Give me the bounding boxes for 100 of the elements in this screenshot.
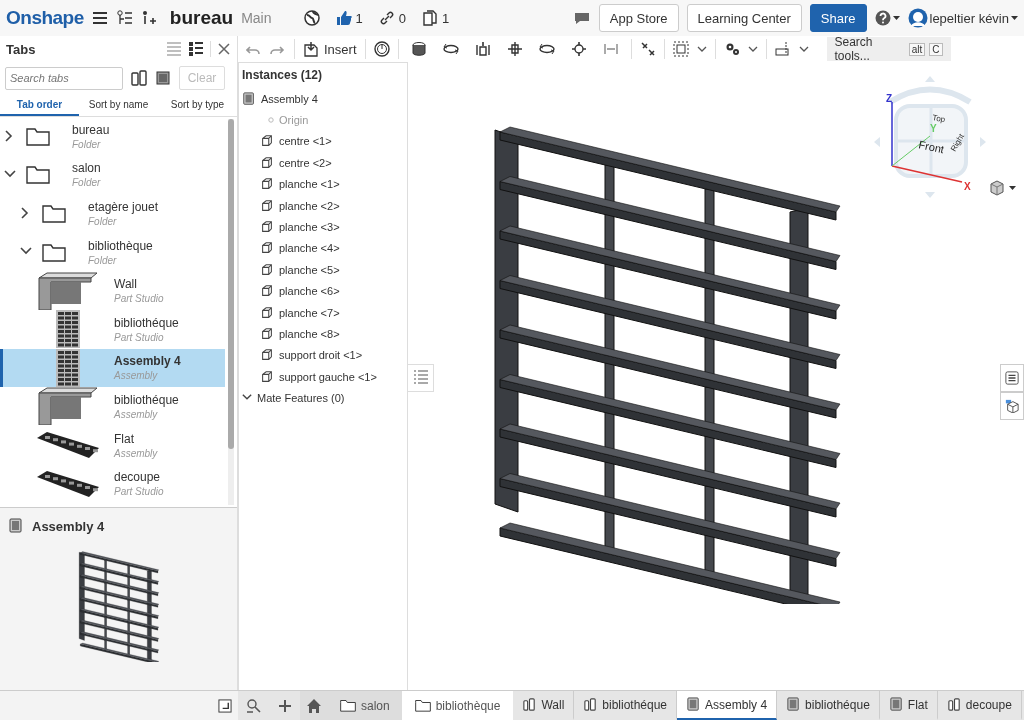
caret-icon[interactable] (1011, 16, 1018, 20)
view-button[interactable] (1000, 392, 1024, 420)
tab-type: Part Studio (114, 331, 165, 343)
scrollbar[interactable] (228, 119, 234, 505)
sort-tab[interactable]: Tab order (0, 94, 79, 116)
home-button[interactable] (300, 691, 328, 720)
header-button[interactable]: Share (809, 4, 867, 32)
instances-title: Instances (12) (242, 68, 324, 82)
menu-icon[interactable] (91, 10, 108, 26)
copy-icon[interactable] (422, 10, 438, 26)
tab-list-item[interactable]: bibliothéque Part Studio (0, 309, 225, 349)
flat-panels-thumbnail (37, 468, 99, 499)
dropdown-icon[interactable] (798, 46, 809, 52)
instance-name[interactable]: planche <5> (279, 263, 340, 276)
caret-icon[interactable] (1009, 186, 1016, 190)
part-icon (260, 177, 274, 192)
header-button[interactable]: App Store (598, 4, 679, 32)
instance-name[interactable]: centre <1> (279, 135, 332, 148)
tab-name: bibliothéque (114, 315, 179, 330)
instance-name[interactable]: support droit <1> (279, 349, 363, 362)
add-icon[interactable] (278, 698, 292, 713)
filter-icon[interactable] (246, 697, 262, 714)
caret-icon[interactable] (892, 16, 900, 20)
instance-name[interactable]: planche <3> (279, 221, 340, 234)
expand-icon[interactable] (218, 698, 232, 713)
search-field[interactable]: Search tabs (5, 66, 123, 90)
cylinder-icon[interactable] (410, 41, 427, 57)
assembly-filter-icon[interactable] (155, 70, 171, 86)
tab-name: salon (72, 161, 101, 176)
instance-name[interactable]: support gauche <1> (279, 370, 377, 383)
instance-name[interactable]: planche <1> (279, 178, 340, 191)
part-icon (260, 348, 274, 363)
sort-tab[interactable]: Sort by name (79, 94, 158, 116)
insert-button[interactable]: Insert (303, 41, 357, 57)
part-icon (260, 134, 274, 149)
part-icon (260, 327, 274, 341)
instance-name[interactable]: planche <2> (279, 199, 340, 212)
instance-name[interactable]: planche <7> (279, 306, 340, 319)
part-icon (260, 220, 274, 235)
preview-title: Assembly 4 (32, 518, 105, 534)
tab-list-item[interactable]: etagère jouet Folder (0, 194, 225, 233)
user-name[interactable]: lepeltier kévin (929, 10, 1009, 26)
search-tools-field[interactable]: Search tools... alt C (826, 37, 951, 61)
view-cube-drawing[interactable] (874, 76, 986, 198)
cube-icon[interactable] (989, 180, 1005, 196)
properties-button[interactable] (1000, 364, 1024, 392)
document-tab[interactable]: Assembly 4 (677, 691, 778, 720)
mate-features-label[interactable]: Mate Features (0) (257, 392, 345, 405)
tab-list-item[interactable]: Assembly 4 Assembly (0, 348, 225, 388)
link-count: 0 (398, 10, 406, 26)
slider-icon[interactable] (474, 41, 491, 57)
selection-icon[interactable] (672, 41, 689, 57)
revolve-icon[interactable] (442, 41, 459, 57)
part-studio-filter-icon[interactable] (131, 70, 147, 86)
tab-type: Assembly (114, 370, 159, 382)
assembly-icon (8, 518, 24, 534)
avatar-icon[interactable] (907, 8, 928, 28)
pin-icon[interactable] (570, 41, 587, 57)
swap-icon[interactable] (639, 41, 656, 57)
tab-name: Assembly 4 (114, 354, 181, 369)
part-icon (260, 241, 274, 256)
key-hint: C (929, 42, 943, 56)
tab-list-item[interactable]: decoupe Part Studio (0, 464, 225, 503)
instance-name[interactable]: centre <2> (279, 156, 332, 169)
breadcrumb[interactable]: salon (328, 691, 403, 720)
tab-list-item[interactable]: bibliothéque Assembly (0, 387, 225, 426)
move-icon[interactable] (506, 41, 523, 57)
origin-icon (268, 117, 274, 124)
dropdown-icon[interactable] (696, 46, 707, 52)
instance-item[interactable]: Assembly 4 (242, 88, 404, 110)
tab-name: bureau (72, 122, 110, 137)
detail-view-icon[interactable] (188, 41, 204, 57)
instance-name[interactable]: planche <6> (279, 285, 340, 298)
tab-list-item[interactable]: bibliothèque Folder (0, 232, 225, 272)
comment-icon[interactable] (572, 10, 591, 26)
clock-icon[interactable] (373, 41, 390, 57)
assembly-icon (888, 697, 904, 712)
instance-name[interactable]: planche <8> (279, 328, 340, 340)
branch-list-icon[interactable] (115, 10, 132, 26)
tab-list-item[interactable]: Flat Assembly (0, 425, 225, 465)
folder-icon (26, 165, 50, 185)
tab-list-item[interactable]: bureau Folder (0, 117, 225, 156)
sort-tab[interactable]: Sort by type (158, 94, 237, 116)
list-toggle-button[interactable] (408, 364, 434, 392)
assembly-icon (242, 91, 256, 106)
wall-thumbnail (37, 387, 99, 426)
onshape-logo[interactable]: Onshape (6, 7, 84, 29)
tab-name: bibliothéque (114, 392, 179, 407)
breadcrumb[interactable]: bibliothèque (402, 691, 514, 720)
close-icon[interactable] (217, 42, 231, 56)
rotate-icon[interactable] (538, 41, 555, 57)
link-icon[interactable] (378, 10, 395, 26)
tab-list-item[interactable]: Wall Part Studio (0, 271, 225, 310)
dropdown-icon[interactable] (747, 46, 758, 52)
help-icon[interactable] (874, 10, 891, 26)
section-icon[interactable] (774, 41, 791, 57)
thumbs-up-icon[interactable] (335, 10, 352, 26)
instance-name[interactable]: planche <4> (279, 242, 340, 255)
header-button[interactable]: Learning Center (686, 4, 802, 32)
tab-list-item[interactable]: salon Folder (0, 155, 225, 195)
